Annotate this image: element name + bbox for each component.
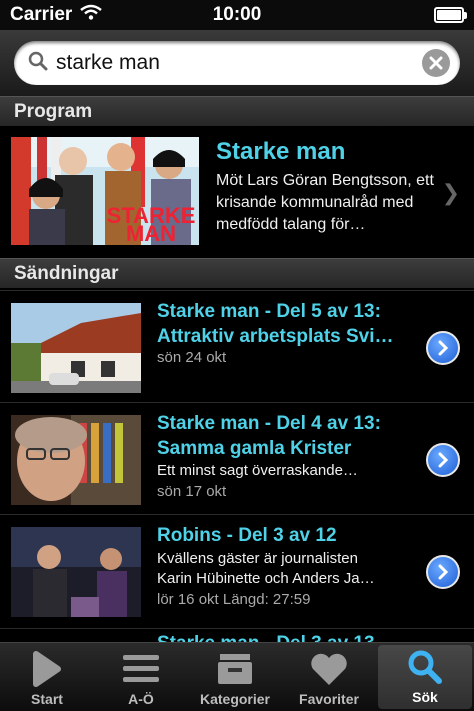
program-description: Möt Lars Göran Bengtsson, ett krisande k… xyxy=(216,172,434,233)
tab-label: Start xyxy=(31,691,63,707)
tab-bar: Start A-Ö Kategorier Favoriter Sök xyxy=(0,642,474,711)
box-icon xyxy=(216,649,254,689)
episode-thumbnail xyxy=(11,527,141,617)
tab-label: Sök xyxy=(412,689,438,705)
svg-text:MAN: MAN xyxy=(126,221,176,245)
chevron-right-icon xyxy=(438,340,449,356)
episode-title: Starke man - Del 3 av 13 xyxy=(157,633,375,642)
episode-subtitle: Kvällens gäster är journalisten xyxy=(157,550,358,567)
section-header-broadcasts: Sändningar xyxy=(0,258,474,288)
tab-label: A-Ö xyxy=(128,691,154,707)
episode-date: lör 16 okt Längd: 27:59 xyxy=(157,591,311,608)
magnifier-icon xyxy=(28,51,48,76)
close-icon xyxy=(429,56,443,70)
tab-start[interactable]: Start xyxy=(0,643,94,711)
detail-disclosure-button[interactable] xyxy=(426,555,460,589)
episode-date: sön 17 okt xyxy=(157,483,227,500)
episode-title-line2: Samma gamla Krister xyxy=(157,438,352,459)
program-title: Starke man xyxy=(216,138,346,165)
tab-search[interactable]: Sök xyxy=(378,645,472,709)
episode-title: Robins - Del 3 av 12 xyxy=(157,525,337,546)
episode-row[interactable]: Starke man - Del 4 av 13: Samma gamla Kr… xyxy=(0,402,474,514)
episode-row[interactable]: Starke man - Del 5 av 13: Attraktiv arbe… xyxy=(0,290,474,402)
search-icon xyxy=(407,647,443,687)
carrier-label: Carrier xyxy=(10,4,73,25)
section-header-program: Program xyxy=(0,96,474,126)
clear-search-button[interactable] xyxy=(422,49,450,77)
episode-thumbnail xyxy=(11,415,141,505)
battery-icon xyxy=(434,7,467,23)
episode-title: Starke man - Del 4 av 13: xyxy=(157,413,381,434)
wifi-icon xyxy=(80,4,103,26)
detail-disclosure-button[interactable] xyxy=(426,443,460,477)
program-thumbnail: STARKE MAN xyxy=(11,137,199,245)
episode-title-line2: Attraktiv arbetsplats Svi… xyxy=(157,326,394,347)
heart-icon xyxy=(309,649,349,689)
tab-a-o[interactable]: A-Ö xyxy=(94,643,188,711)
episode-title: Starke man - Del 5 av 13: xyxy=(157,301,381,322)
episode-subtitle-line2: Karin Hübinette och Anders Ja… xyxy=(157,570,375,587)
search-input[interactable] xyxy=(56,51,422,75)
episode-thumbnail xyxy=(11,303,141,393)
search-field[interactable] xyxy=(14,41,460,85)
episode-row[interactable]: Robins - Del 3 av 12 Kvällens gäster är … xyxy=(0,514,474,626)
tab-favorites[interactable]: Favoriter xyxy=(282,643,376,711)
search-bar xyxy=(0,30,474,96)
status-left: Carrier xyxy=(10,4,103,26)
detail-disclosure-button[interactable] xyxy=(426,331,460,365)
episode-date: sön 24 okt xyxy=(157,349,227,366)
episode-subtitle: Ett minst sagt överraskande… xyxy=(157,462,358,479)
chevron-right-icon xyxy=(438,564,449,580)
tab-label: Favoriter xyxy=(299,691,359,707)
status-bar: Carrier 10:00 xyxy=(0,0,474,30)
list-icon xyxy=(123,649,159,689)
episode-row-partial[interactable]: Starke man - Del 3 av 13 xyxy=(0,628,474,642)
start-arrow-icon xyxy=(30,649,64,689)
chevron-right-icon: ❯ xyxy=(441,180,460,205)
chevron-right-icon xyxy=(438,452,449,468)
tab-categories[interactable]: Kategorier xyxy=(188,643,282,711)
tab-label: Kategorier xyxy=(199,691,271,707)
